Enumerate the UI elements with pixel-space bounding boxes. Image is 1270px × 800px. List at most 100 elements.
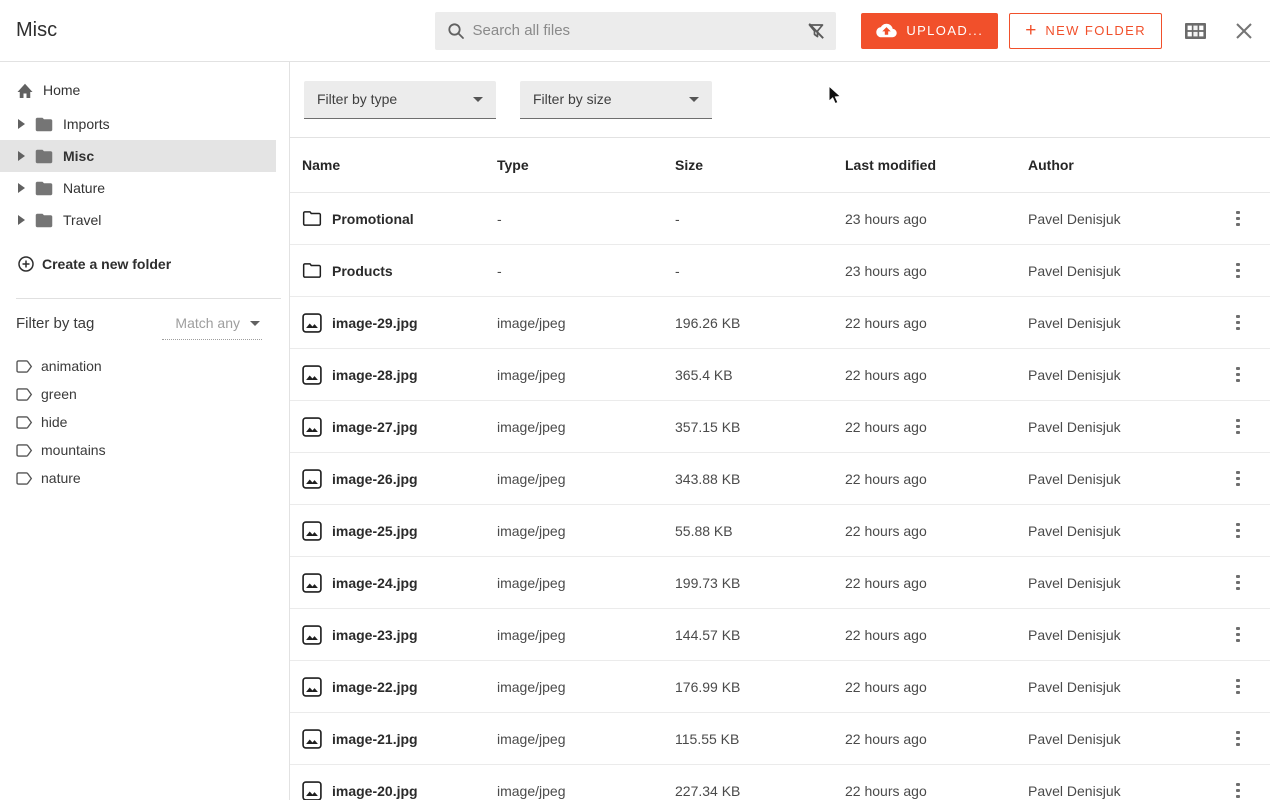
create-folder-label: Create a new folder — [42, 256, 171, 272]
row-actions-menu-icon[interactable] — [1232, 675, 1244, 699]
search-input[interactable] — [473, 22, 806, 39]
table-row[interactable]: image-27.jpg image/jpeg 357.15 KB 22 hou… — [290, 401, 1270, 453]
file-type: - — [497, 211, 675, 227]
topbar-actions: UPLOAD... + NEW FOLDER — [836, 13, 1255, 49]
table-row[interactable]: image-24.jpg image/jpeg 199.73 KB 22 hou… — [290, 557, 1270, 609]
table-header: Name Type Size Last modified Author — [290, 138, 1270, 193]
file-author: Pavel Denisjuk — [1028, 471, 1206, 487]
sidebar-item-home[interactable]: Home — [0, 74, 289, 106]
expand-caret-icon[interactable] — [18, 215, 26, 225]
tag-list: animation green hide — [0, 352, 289, 492]
column-header-author: Author — [1028, 157, 1206, 173]
table-row[interactable]: image-28.jpg image/jpeg 365.4 KB 22 hour… — [290, 349, 1270, 401]
row-actions-menu-icon[interactable] — [1232, 207, 1244, 231]
tag-icon — [16, 415, 33, 430]
upload-button[interactable]: UPLOAD... — [861, 13, 998, 49]
tag-item[interactable]: animation — [0, 352, 289, 380]
table-row[interactable]: image-20.jpg image/jpeg 227.34 KB 22 hou… — [290, 765, 1270, 800]
image-file-icon — [302, 781, 322, 800]
file-type: image/jpeg — [497, 315, 675, 331]
filter-by-size-dropdown[interactable]: Filter by size — [520, 81, 712, 119]
filters-row: Filter by type Filter by size — [290, 62, 1270, 137]
table-row[interactable]: Promotional - - 23 hours ago Pavel Denis… — [290, 193, 1270, 245]
image-file-icon — [302, 521, 322, 541]
file-modified: 22 hours ago — [845, 575, 1028, 591]
sidebar-home-label: Home — [43, 82, 80, 98]
row-actions-menu-icon[interactable] — [1232, 363, 1244, 387]
file-type: image/jpeg — [497, 471, 675, 487]
tag-label: nature — [41, 470, 81, 486]
filter-by-size-label: Filter by size — [533, 91, 612, 107]
column-header-size: Size — [675, 157, 845, 173]
tag-icon — [16, 443, 33, 458]
filter-by-type-label: Filter by type — [317, 91, 397, 107]
tag-icon — [16, 387, 33, 402]
row-actions-menu-icon[interactable] — [1232, 311, 1244, 335]
chevron-down-icon — [689, 97, 699, 102]
filter-off-icon[interactable] — [806, 21, 826, 41]
filter-by-type-dropdown[interactable]: Filter by type — [304, 81, 496, 119]
table-row[interactable]: image-23.jpg image/jpeg 144.57 KB 22 hou… — [290, 609, 1270, 661]
file-author: Pavel Denisjuk — [1028, 315, 1206, 331]
folder-icon — [35, 117, 53, 132]
table-row[interactable]: image-26.jpg image/jpeg 343.88 KB 22 hou… — [290, 453, 1270, 505]
tag-item[interactable]: hide — [0, 408, 289, 436]
sidebar: Home Imports — [0, 62, 290, 800]
file-size: 343.88 KB — [675, 471, 845, 487]
table-row[interactable]: image-21.jpg image/jpeg 115.55 KB 22 hou… — [290, 713, 1270, 765]
row-actions-menu-icon[interactable] — [1232, 519, 1244, 543]
new-folder-button-label: NEW FOLDER — [1045, 23, 1146, 38]
row-actions-menu-icon[interactable] — [1232, 259, 1244, 283]
table-row[interactable]: Products - - 23 hours ago Pavel Denisjuk — [290, 245, 1270, 297]
row-actions-menu-icon[interactable] — [1232, 415, 1244, 439]
new-folder-button[interactable]: + NEW FOLDER — [1009, 13, 1162, 49]
image-file-icon — [302, 313, 322, 333]
tag-label: mountains — [41, 442, 106, 458]
row-actions-menu-icon[interactable] — [1232, 779, 1244, 800]
file-modified: 22 hours ago — [845, 731, 1028, 747]
create-folder-button[interactable]: Create a new folder — [18, 248, 289, 280]
file-size: 144.57 KB — [675, 627, 845, 643]
row-actions-menu-icon[interactable] — [1232, 623, 1244, 647]
close-icon[interactable] — [1234, 21, 1254, 41]
table-row[interactable]: image-25.jpg image/jpeg 55.88 KB 22 hour… — [290, 505, 1270, 557]
expand-caret-icon[interactable] — [18, 151, 26, 161]
column-header-type: Type — [497, 157, 675, 173]
folder-icon — [35, 213, 53, 228]
file-author: Pavel Denisjuk — [1028, 263, 1206, 279]
tag-label: hide — [41, 414, 67, 430]
file-size: 115.55 KB — [675, 731, 845, 747]
row-actions-menu-icon[interactable] — [1232, 727, 1244, 751]
file-modified: 22 hours ago — [845, 627, 1028, 643]
sidebar-folder-item[interactable]: Travel — [0, 204, 276, 236]
search-icon — [447, 22, 465, 40]
search-bar — [435, 12, 836, 50]
table-row[interactable]: image-22.jpg image/jpeg 176.99 KB 22 hou… — [290, 661, 1270, 713]
column-header-name: Name — [302, 157, 497, 173]
cloud-upload-icon — [876, 22, 897, 39]
tag-item[interactable]: mountains — [0, 436, 289, 464]
file-size: 365.4 KB — [675, 367, 845, 383]
file-modified: 22 hours ago — [845, 367, 1028, 383]
grid-view-icon[interactable] — [1185, 23, 1206, 39]
row-actions-menu-icon[interactable] — [1232, 571, 1244, 595]
tag-item[interactable]: green — [0, 380, 289, 408]
image-file-icon — [302, 417, 322, 437]
sidebar-folder-label: Travel — [63, 212, 101, 228]
file-author: Pavel Denisjuk — [1028, 627, 1206, 643]
tag-item[interactable]: nature — [0, 464, 289, 492]
match-mode-select[interactable]: Match any — [162, 315, 262, 340]
expand-caret-icon[interactable] — [18, 119, 26, 129]
table-row[interactable]: image-29.jpg image/jpeg 196.26 KB 22 hou… — [290, 297, 1270, 349]
sidebar-folder-item[interactable]: Nature — [0, 172, 276, 204]
row-actions-menu-icon[interactable] — [1232, 467, 1244, 491]
sidebar-folder-item[interactable]: Misc — [0, 140, 276, 172]
file-name: image-22.jpg — [332, 679, 418, 695]
sidebar-folder-item[interactable]: Imports — [0, 108, 276, 140]
image-file-icon — [302, 625, 322, 645]
image-file-icon — [302, 677, 322, 697]
page-title: Misc — [16, 19, 435, 42]
tag-label: green — [41, 386, 77, 402]
expand-caret-icon[interactable] — [18, 183, 26, 193]
file-manager-window: Misc UPLOAD... + NEW FOLDER — [0, 0, 1270, 800]
